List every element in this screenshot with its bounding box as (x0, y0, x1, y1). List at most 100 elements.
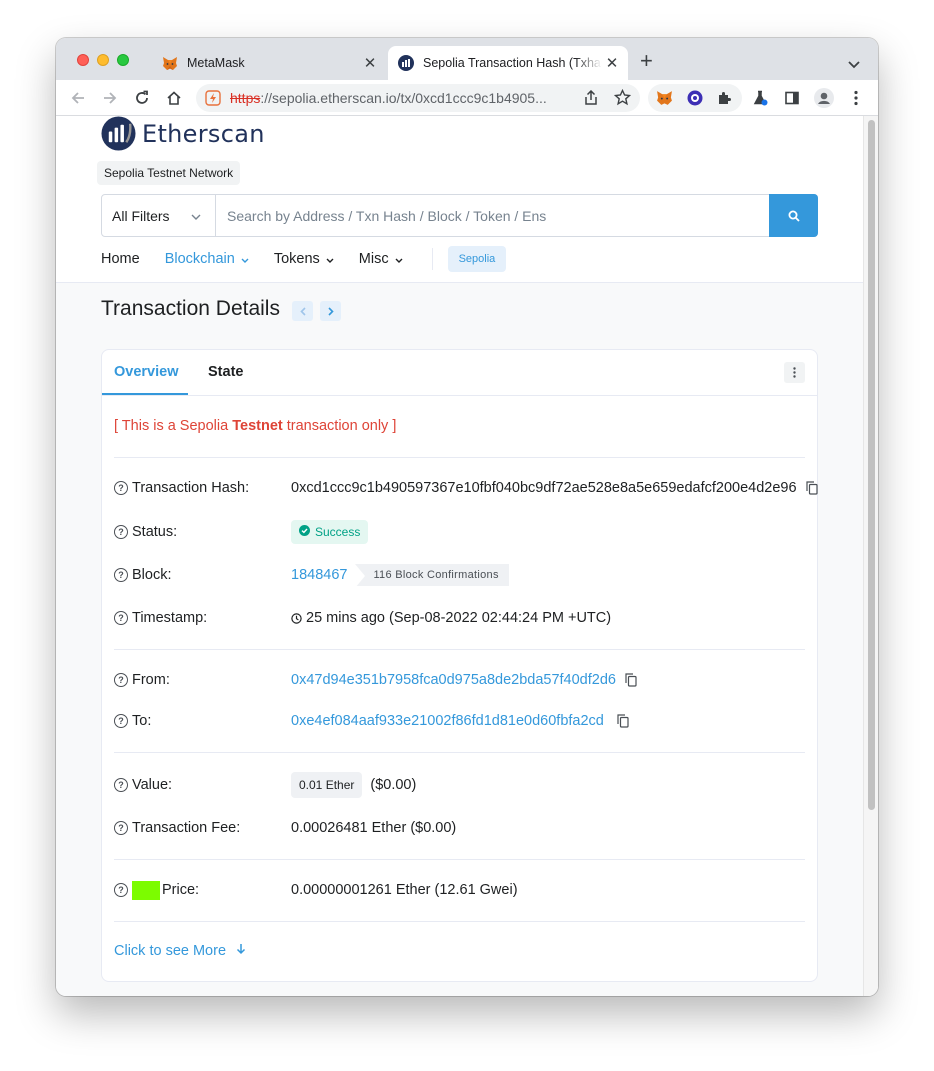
tab-strip: MetaMask ✕ Sepolia Transaction Hash (Txh… (56, 38, 878, 80)
help-icon[interactable]: ? (114, 778, 128, 792)
scrollbar-thumb[interactable] (868, 120, 875, 810)
tab-metamask[interactable]: MetaMask ✕ (152, 46, 386, 80)
extension-circle-icon[interactable] (687, 90, 703, 111)
from-address-link[interactable]: 0x47d94e351b7958fca0d975a8de2bda57f40df2… (291, 672, 616, 688)
search-icon (788, 210, 800, 222)
etherscan-logo[interactable]: Etherscan (101, 116, 265, 151)
to-address-link[interactable]: 0xe4ef084aaf933e21002f86fd1d81e0d60fbfa2… (291, 713, 604, 729)
transaction-card: Overview State [ This is a Sepolia Testn… (101, 349, 818, 982)
see-more-label: Click to see More (114, 943, 227, 959)
chevron-left-icon (299, 306, 306, 316)
labs-flask-icon[interactable] (750, 88, 770, 108)
search-bar: All Filters (101, 194, 818, 237)
chevron-down-icon (191, 208, 201, 224)
chevron-right-icon (327, 306, 334, 316)
search-button[interactable] (769, 194, 818, 237)
transaction-hash-value: 0xcd1ccc9c1b490597367e10fbf040bc9df72ae5… (291, 480, 797, 496)
forward-arrow-icon[interactable] (100, 88, 120, 108)
next-transaction-button[interactable] (320, 301, 341, 321)
network-badge: Sepolia Testnet Network (97, 161, 241, 185)
help-icon[interactable]: ? (114, 525, 128, 539)
testnet-notice: [ This is a Sepolia Testnet transaction … (114, 418, 396, 434)
value-usd: ($0.00) (370, 777, 417, 793)
search-filter-select[interactable]: All Filters (102, 195, 216, 236)
block-number-link[interactable]: 1848467 (291, 567, 347, 583)
tab-overview[interactable]: Overview (114, 364, 179, 380)
timestamp-value: 25 mins ago (Sep-08-2022 02:44:24 PM +UT… (306, 610, 612, 626)
help-icon[interactable]: ? (114, 568, 128, 582)
nav-blockchain[interactable]: Blockchain (165, 251, 249, 267)
minimize-window-button[interactable] (97, 54, 109, 66)
back-arrow-icon[interactable] (68, 88, 88, 108)
nav-label: Tokens (273, 251, 320, 267)
address-bar[interactable]: https://sepolia.etherscan.io/tx/0xcd1ccc… (196, 84, 640, 112)
reload-icon[interactable] (132, 88, 152, 108)
row-transaction-fee: ? Transaction Fee: 0.00026481 Ether ($0.0… (114, 817, 805, 839)
nav-misc[interactable]: Misc (359, 251, 403, 267)
url-text: https://sepolia.etherscan.io/tx/0xcd1ccc… (230, 90, 570, 106)
browser-menu-kebab-icon[interactable] (846, 88, 866, 108)
etherscan-logo-icon (101, 116, 136, 151)
redaction-highlight (132, 880, 160, 900)
page-scrollbar[interactable] (863, 116, 878, 996)
arrow-down-icon (236, 943, 246, 959)
row-label: Block: (132, 567, 172, 583)
browser-window: MetaMask ✕ Sepolia Transaction Hash (Txh… (56, 38, 878, 996)
copy-icon[interactable] (617, 714, 629, 728)
browser-toolbar: https://sepolia.etherscan.io/tx/0xcd1ccc… (56, 80, 878, 116)
nav-home[interactable]: Home (101, 251, 140, 267)
nav-label: Misc (358, 251, 389, 267)
home-icon[interactable] (164, 88, 184, 108)
copy-icon[interactable] (625, 673, 637, 687)
help-icon[interactable]: ? (114, 611, 128, 625)
help-icon[interactable]: ? (114, 821, 128, 835)
row-transaction-hash: ? Transaction Hash: 0xcd1ccc9c1b490597367… (114, 477, 818, 499)
help-icon[interactable]: ? (114, 714, 128, 728)
metamask-fox-icon (162, 55, 178, 71)
etherscan-icon (398, 55, 414, 71)
copy-icon[interactable] (805, 481, 818, 495)
chevron-down-icon (241, 251, 249, 267)
prev-transaction-button[interactable] (292, 301, 313, 321)
divider (114, 921, 805, 922)
nav-tokens[interactable]: Tokens (274, 251, 334, 267)
check-circle-icon (299, 525, 310, 539)
close-tab-icon[interactable]: ✕ (602, 54, 622, 72)
tab-state[interactable]: State (208, 364, 243, 380)
help-icon[interactable]: ? (114, 883, 128, 897)
fee-value: 0.00026481 Ether ($0.00) (291, 820, 457, 836)
nav-divider (431, 248, 433, 270)
divider (114, 752, 805, 753)
tab-title: Sepolia Transaction Hash (Txhash (423, 56, 602, 70)
row-block: ? Block: 1848467 116 Block Confirmations (114, 563, 805, 588)
help-icon[interactable]: ? (114, 673, 128, 687)
profile-avatar-icon[interactable] (814, 88, 834, 108)
row-label: From: (132, 672, 170, 688)
url-scheme: https (230, 90, 261, 106)
search-input[interactable] (216, 195, 770, 236)
zoom-window-button[interactable] (117, 54, 129, 66)
kebab-icon (793, 367, 796, 378)
card-tabs: Overview State (102, 350, 817, 396)
side-panel-icon[interactable] (782, 88, 802, 108)
extensions-group (648, 84, 742, 112)
more-options-button[interactable] (784, 362, 805, 383)
share-icon[interactable] (584, 89, 598, 111)
tab-etherscan[interactable]: Sepolia Transaction Hash (Txhash ✕ (388, 46, 628, 80)
close-window-button[interactable] (77, 54, 89, 66)
not-secure-warning-icon[interactable] (205, 90, 221, 111)
help-icon[interactable]: ? (114, 481, 128, 495)
nav-label: Home (101, 251, 140, 267)
logo-text: Etherscan (142, 119, 265, 148)
network-pill[interactable]: Sepolia (447, 246, 507, 272)
bookmark-star-icon[interactable] (613, 88, 632, 111)
metamask-fox-icon[interactable] (656, 90, 673, 111)
confirmations-badge: 116 Block Confirmations (355, 564, 509, 588)
close-tab-icon[interactable]: ✕ (360, 54, 380, 72)
page-title: Transaction Details (101, 297, 280, 320)
extensions-puzzle-icon[interactable] (716, 90, 732, 111)
new-tab-button[interactable]: + (640, 50, 653, 72)
status-text: Success (315, 525, 361, 539)
tab-search-chevron-icon[interactable] (848, 56, 860, 74)
see-more-link[interactable]: Click to see More (114, 943, 246, 959)
